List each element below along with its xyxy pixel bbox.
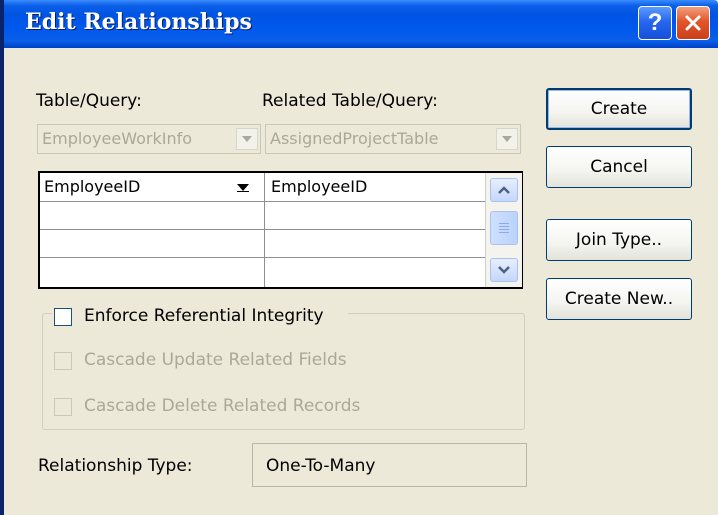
column-divider (264, 173, 265, 287)
row-divider (40, 201, 485, 202)
primary-field-cell[interactable]: EmployeeID (44, 177, 140, 196)
table-query-combo[interactable]: EmployeeWorkInfo (37, 124, 261, 154)
relationship-type-display: One-To-Many (252, 443, 527, 487)
related-table-query-value: AssignedProjectTable (270, 129, 439, 148)
chevron-down-icon (242, 136, 252, 142)
chevron-down-icon (502, 136, 512, 142)
cancel-button[interactable]: Cancel (546, 146, 692, 188)
table-query-label: Table/Query: (36, 91, 142, 111)
chevron-down-icon (237, 184, 249, 192)
close-button[interactable] (676, 6, 710, 40)
table-query-value: EmployeeWorkInfo (42, 129, 193, 148)
row-divider (40, 257, 485, 258)
cascade-update-checkbox[interactable] (54, 352, 72, 370)
primary-field-dropdown-button[interactable] (231, 177, 255, 199)
table-query-dropdown-button[interactable] (236, 128, 258, 150)
dialog-title: Edit Relationships (25, 9, 252, 35)
cascade-delete-label: Cascade Delete Related Records (84, 396, 361, 416)
edit-relationships-dialog: Edit Relationships ? Table/Query: Employ… (0, 0, 718, 515)
related-table-query-label: Related Table/Query: (262, 91, 438, 111)
grid-vertical-scrollbar[interactable] (485, 173, 522, 287)
related-table-query-dropdown-button[interactable] (496, 128, 518, 150)
field-mapping-grid[interactable]: EmployeeID EmployeeID (38, 171, 523, 289)
related-table-query-combo[interactable]: AssignedProjectTable (265, 124, 521, 154)
chevron-down-icon (498, 266, 510, 274)
scroll-up-button[interactable] (490, 178, 518, 202)
create-new-button[interactable]: Create New.. (546, 278, 692, 320)
help-icon: ? (647, 9, 663, 36)
enforce-referential-integrity-checkbox[interactable] (54, 308, 72, 326)
chevron-up-icon (498, 186, 510, 194)
scroll-thumb[interactable] (490, 211, 518, 245)
cascade-update-label: Cascade Update Related Fields (84, 350, 347, 370)
relationship-type-label: Relationship Type: (38, 456, 193, 476)
row-divider (40, 229, 485, 230)
create-button[interactable]: Create (546, 88, 692, 130)
close-icon (685, 15, 701, 31)
relationship-type-value: One-To-Many (266, 456, 376, 476)
help-button[interactable]: ? (638, 6, 672, 40)
cascade-delete-checkbox[interactable] (54, 398, 72, 416)
scroll-down-button[interactable] (490, 258, 518, 282)
enforce-referential-integrity-label: Enforce Referential Integrity (84, 306, 324, 326)
related-field-cell[interactable]: EmployeeID (271, 177, 367, 196)
join-type-button[interactable]: Join Type.. (546, 219, 692, 261)
title-bar[interactable]: Edit Relationships ? (4, 0, 718, 48)
enforce-referential-integrity-option[interactable]: Enforce Referential Integrity (52, 304, 348, 330)
